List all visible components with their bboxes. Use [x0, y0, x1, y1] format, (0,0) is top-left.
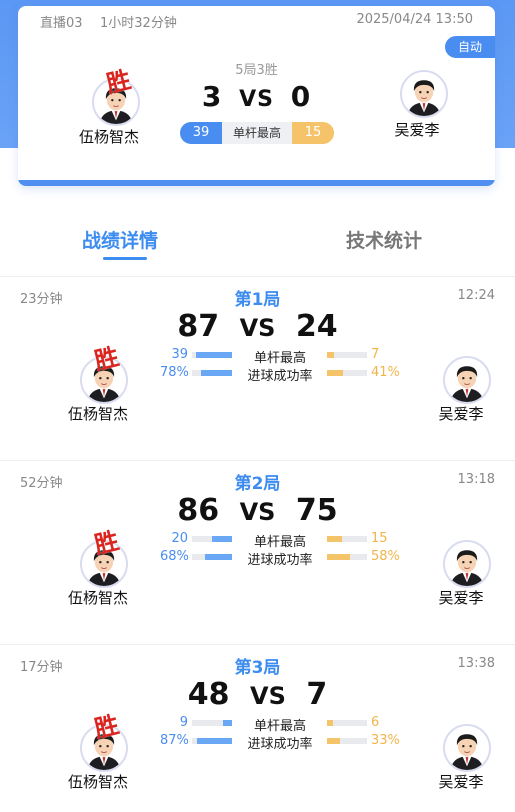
- highest-break-right: 15: [292, 122, 334, 144]
- score-right: 0: [290, 80, 312, 113]
- stat-right-value: 15: [371, 531, 388, 546]
- player-left-name: 伍杨智杰: [67, 589, 128, 607]
- game-card[interactable]: 17分钟 第3局 13:38 48 VS 7 9 单杆最高 6 87% 进球成功…: [0, 645, 515, 812]
- score-left: 3: [201, 80, 223, 113]
- game-card[interactable]: 23分钟 第1局 12:24 87 VS 24 39 单杆最高 7 78% 进球…: [0, 277, 515, 460]
- stat-row: 87% 进球成功率 33%: [160, 733, 410, 752]
- stat-right-value: 6: [371, 715, 380, 730]
- stat-right-bar: [327, 370, 367, 376]
- stat-right-bar-fill: [327, 352, 334, 358]
- stat-right-bar: [327, 554, 367, 560]
- stat-right-bar-fill: [327, 536, 343, 542]
- active-tab-indicator: [103, 257, 147, 260]
- stat-row: 39 单杆最高 7: [160, 347, 410, 366]
- game-score: 48 VS 7: [0, 677, 515, 712]
- game-time: 13:18: [457, 472, 495, 487]
- highest-break-label: 单杆最高: [222, 122, 292, 144]
- stat-label: 进球成功率: [247, 369, 313, 384]
- tab-bar: 战绩详情 技术统计: [0, 214, 515, 274]
- match-duration: 1小时32分钟: [100, 16, 177, 31]
- stat-right-value: 7: [371, 347, 380, 362]
- player-right-name: 吴爱李: [438, 773, 484, 791]
- player-right-name: 吴爱李: [438, 405, 484, 423]
- player-right-avatar-icon[interactable]: [400, 70, 448, 118]
- stat-left-bar-fill: [200, 370, 232, 376]
- auto-badge[interactable]: 自动: [445, 36, 495, 58]
- stat-right-bar: [327, 738, 367, 744]
- game-time: 12:24: [457, 288, 495, 303]
- vs-label: VS: [239, 314, 276, 342]
- game-time: 13:38: [457, 656, 495, 671]
- game-score-right: 7: [306, 677, 328, 712]
- stat-label: 进球成功率: [247, 553, 313, 568]
- stat-right-value: 41%: [371, 365, 400, 380]
- stat-left-bar-fill: [212, 536, 232, 542]
- stat-right-bar-fill: [327, 370, 344, 376]
- stat-left-value: 87%: [160, 733, 189, 748]
- stat-right-bar: [327, 352, 367, 358]
- game-score-left: 87: [177, 309, 220, 344]
- stat-left-value: 68%: [160, 549, 189, 564]
- match-summary-card: 直播03 1小时32分钟 2025/04/24 13:50 自动 5局3胜 3 …: [18, 6, 495, 186]
- card-accent-bar: [18, 180, 495, 186]
- stat-right-bar: [327, 720, 367, 726]
- tab-match-details[interactable]: 战绩详情: [82, 226, 158, 253]
- game-score: 87 VS 24: [0, 309, 515, 344]
- stat-left-bar-fill: [196, 352, 232, 358]
- stat-left-bar: [192, 370, 232, 376]
- game-title: 第1局: [234, 290, 281, 310]
- stat-left-bar-fill: [204, 554, 232, 560]
- stat-left-value: 9: [179, 715, 188, 730]
- stat-right-value: 33%: [371, 733, 400, 748]
- player-left-name: 伍杨智杰: [78, 128, 139, 146]
- game-score: 86 VS 75: [0, 493, 515, 528]
- room-label: 直播03: [40, 16, 83, 31]
- stat-row: 20 单杆最高 15: [160, 531, 410, 550]
- highest-break-left: 39: [180, 122, 222, 144]
- vs-label: VS: [239, 498, 276, 526]
- game-title: 第3局: [234, 658, 281, 678]
- stat-left-value: 78%: [160, 365, 189, 380]
- stat-right-bar-fill: [327, 554, 351, 560]
- player-right-avatar-icon[interactable]: [443, 724, 491, 772]
- stat-left-value: 39: [171, 347, 188, 362]
- game-score-left: 48: [187, 677, 230, 712]
- vs-label: VS: [239, 87, 274, 112]
- stat-left-bar: [192, 554, 232, 560]
- player-right-avatar-icon[interactable]: [443, 356, 491, 404]
- stat-right-bar-fill: [327, 720, 333, 726]
- highest-break-compare: 39 单杆最高 15: [180, 122, 334, 144]
- stat-left-bar: [192, 536, 232, 542]
- stat-left-bar: [192, 738, 232, 744]
- stat-left-bar: [192, 352, 232, 358]
- stat-label: 单杆最高: [253, 535, 306, 550]
- player-right-avatar-icon[interactable]: [443, 540, 491, 588]
- match-datetime: 2025/04/24 13:50: [356, 12, 473, 27]
- stat-right-bar: [327, 536, 367, 542]
- vs-label: VS: [250, 682, 286, 710]
- stat-label: 单杆最高: [253, 719, 306, 734]
- game-score-left: 86: [177, 493, 220, 528]
- stat-right-bar-fill: [327, 738, 341, 744]
- stat-left-bar-fill: [197, 738, 232, 744]
- stat-row: 68% 进球成功率 58%: [160, 549, 410, 568]
- stat-row: 78% 进球成功率 41%: [160, 365, 410, 384]
- tab-tech-stats[interactable]: 技术统计: [346, 226, 422, 253]
- stat-right-value: 58%: [371, 549, 400, 564]
- player-right-name: 吴爱李: [438, 589, 484, 607]
- game-score-right: 24: [295, 309, 338, 344]
- stat-label: 进球成功率: [247, 737, 313, 752]
- stat-row: 9 单杆最高 6: [160, 715, 410, 734]
- stat-left-value: 20: [171, 531, 188, 546]
- player-left-name: 伍杨智杰: [67, 405, 128, 423]
- stat-left-bar-fill: [222, 720, 232, 726]
- stat-label: 单杆最高: [253, 351, 306, 366]
- player-right-name: 吴爱李: [394, 121, 440, 139]
- player-left-name: 伍杨智杰: [67, 773, 128, 791]
- game-title: 第2局: [234, 474, 281, 494]
- game-card[interactable]: 52分钟 第2局 13:18 86 VS 75 20 单杆最高 15 68% 进…: [0, 461, 515, 644]
- stat-left-bar: [192, 720, 232, 726]
- game-score-right: 75: [295, 493, 338, 528]
